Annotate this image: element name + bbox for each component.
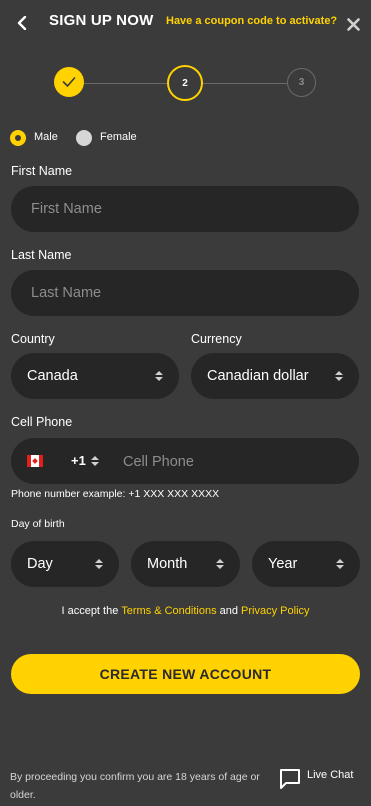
terms-middle: and <box>216 605 242 617</box>
sort-arrows-icon <box>95 559 103 569</box>
terms-consent: I accept the Terms & Conditions and Priv… <box>0 605 371 617</box>
dob-day-value: Day <box>27 556 53 572</box>
dob-year-select[interactable]: Year <box>252 541 360 587</box>
step-1-done <box>54 67 84 97</box>
dob-day-select[interactable]: Day <box>11 541 119 587</box>
page-title: SIGN UP NOW <box>49 12 154 29</box>
create-account-button[interactable]: CREATE NEW ACCOUNT <box>11 654 360 694</box>
currency-select[interactable]: Canadian dollar <box>191 353 359 399</box>
stepper-connector <box>203 83 287 84</box>
sort-arrows-icon <box>335 371 343 381</box>
currency-label: Currency <box>191 332 242 346</box>
last-name-input[interactable]: Last Name <box>11 270 359 316</box>
checkmark-icon <box>62 77 76 87</box>
close-button[interactable] <box>343 13 363 35</box>
cell-phone-input[interactable]: Cell Phone <box>123 451 343 473</box>
live-chat-button[interactable]: Live Chat <box>279 768 353 790</box>
currency-value: Canadian dollar <box>207 368 309 384</box>
gender-female-radio[interactable] <box>76 130 92 146</box>
coupon-link[interactable]: Have a coupon code to activate? <box>166 15 337 27</box>
cell-phone-field: +1 Cell Phone <box>11 438 359 484</box>
terms-prefix: I accept the <box>61 605 122 617</box>
gender-female-label[interactable]: Female <box>100 131 137 143</box>
sort-arrows-icon <box>155 371 163 381</box>
close-icon <box>346 17 360 31</box>
dob-label: Day of birth <box>11 518 65 530</box>
sort-arrows-icon <box>336 559 344 569</box>
back-button[interactable] <box>10 10 34 36</box>
age-disclaimer: By proceeding you confirm you are 18 yea… <box>10 771 260 801</box>
country-value: Canada <box>27 368 78 384</box>
dob-month-value: Month <box>147 556 188 572</box>
privacy-policy-link[interactable]: Privacy Policy <box>241 605 309 617</box>
canada-flag-icon <box>27 455 43 467</box>
first-name-label: First Name <box>11 164 73 178</box>
dial-code-value: +1 <box>71 453 86 468</box>
last-name-label: Last Name <box>11 248 72 262</box>
country-label: Country <box>11 332 55 346</box>
first-name-placeholder: First Name <box>31 201 102 217</box>
phone-example-hint: Phone number example: +1 XXX XXX XXXX <box>11 488 220 500</box>
gender-male-label[interactable]: Male <box>34 131 58 143</box>
terms-link[interactable]: Terms & Conditions <box>121 605 216 617</box>
last-name-placeholder: Last Name <box>31 285 102 301</box>
step-2-current: 2 <box>167 65 203 101</box>
sort-arrows-icon <box>90 455 99 466</box>
dial-code-select[interactable]: +1 <box>71 453 99 468</box>
dob-year-value: Year <box>268 556 298 572</box>
cell-phone-placeholder: Cell Phone <box>123 454 194 470</box>
chat-bubble-icon <box>280 769 300 789</box>
chevron-left-icon <box>17 16 27 30</box>
stepper-connector <box>84 83 167 84</box>
gender-male-radio[interactable] <box>10 130 26 146</box>
dob-month-select[interactable]: Month <box>131 541 240 587</box>
cell-phone-label: Cell Phone <box>11 415 73 429</box>
live-chat-label: Live Chat <box>307 769 354 781</box>
first-name-input[interactable]: First Name <box>11 186 359 232</box>
step-3-upcoming: 3 <box>287 68 316 97</box>
sort-arrows-icon <box>216 559 224 569</box>
country-select[interactable]: Canada <box>11 353 179 399</box>
